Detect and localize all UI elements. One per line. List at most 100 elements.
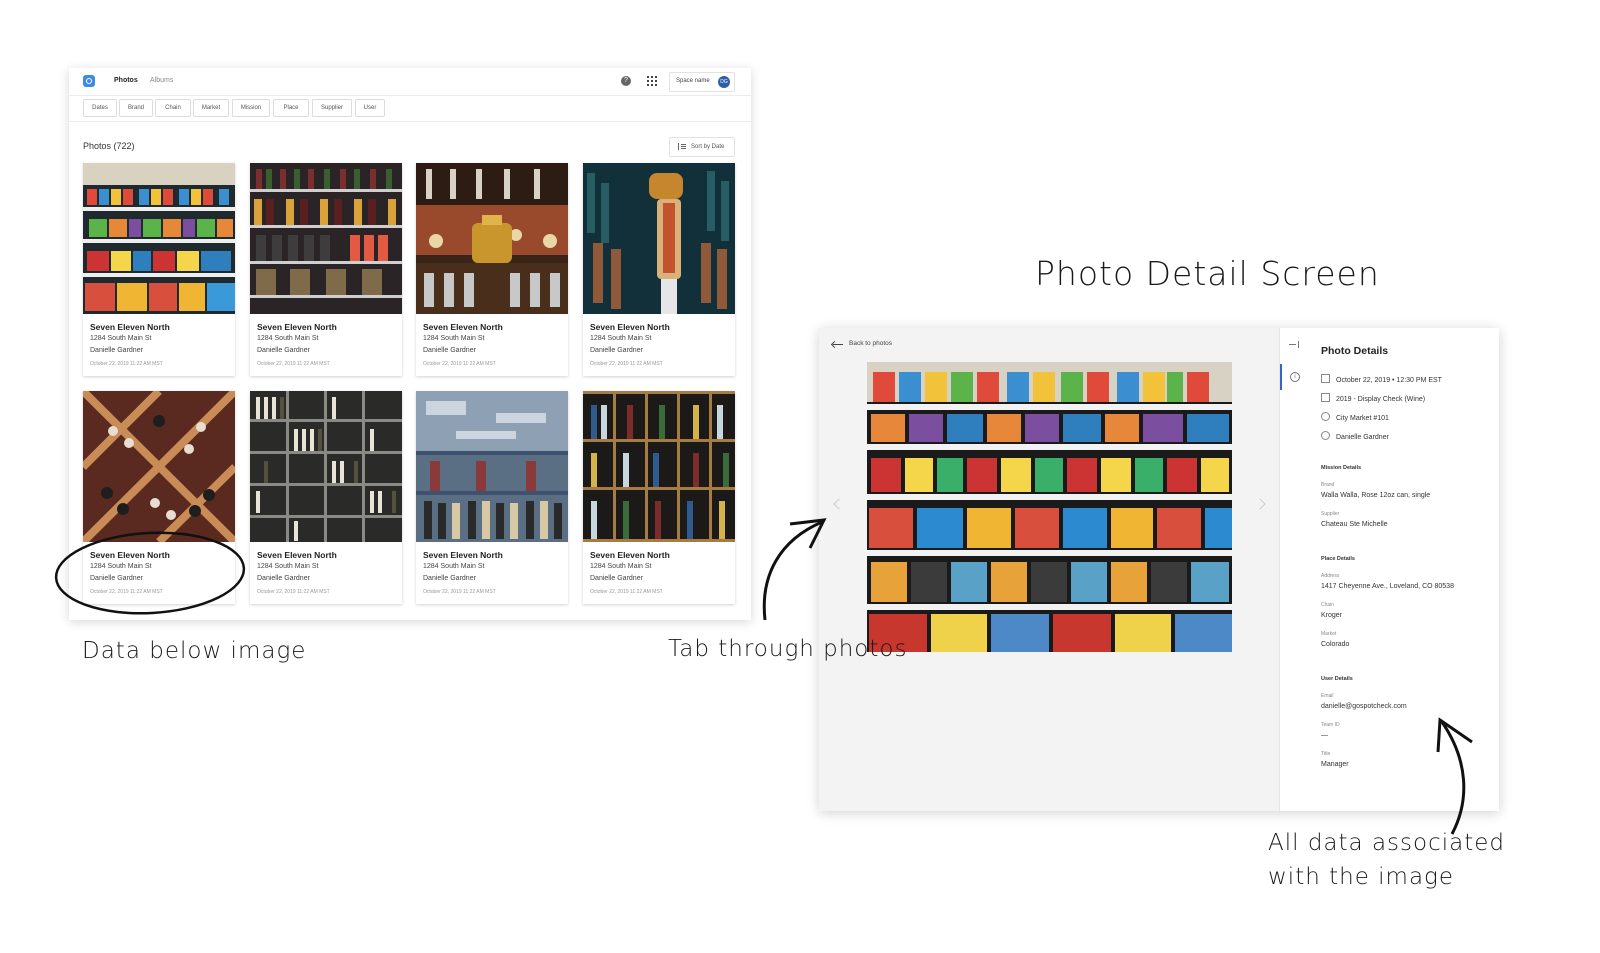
card-address: 1284 South Main St: [590, 563, 652, 570]
back-label: Back to photos: [849, 340, 892, 347]
filter-mission[interactable]: Mission: [232, 99, 270, 117]
card-address: 1284 South Main St: [423, 335, 485, 342]
top-navigation-bar: Photos Albums ? Space name DG: [69, 68, 751, 96]
team-id-label: Team ID: [1321, 722, 1340, 728]
camera-logo-icon[interactable]: [83, 75, 95, 87]
next-photo-chevron-icon[interactable]: [1254, 498, 1266, 510]
info-icon: i: [1290, 372, 1300, 382]
card-title: Seven Eleven North: [90, 322, 170, 332]
photo-thumbnail[interactable]: [583, 391, 735, 542]
collapse-panel-icon[interactable]: [1289, 341, 1299, 348]
photo-card[interactable]: Seven Eleven North 1284 South Main St Da…: [83, 391, 235, 604]
card-title: Seven Eleven North: [590, 322, 670, 332]
filter-bar: Dates Brand Chain Market Mission Place S…: [69, 96, 751, 122]
datetime-row: October 22, 2019 • 12:30 PM EST: [1321, 374, 1442, 384]
title-label: Title: [1321, 751, 1331, 757]
photo-thumbnail[interactable]: [250, 391, 402, 542]
photo-thumbnail[interactable]: [583, 163, 735, 314]
panel-title: Photo Details: [1321, 345, 1389, 357]
photo-card[interactable]: Seven Eleven North 1284 South Main St Da…: [416, 391, 568, 604]
card-address: 1284 South Main St: [423, 563, 485, 570]
filter-supplier[interactable]: Supplier: [312, 99, 352, 117]
card-user: Danielle Gardner: [423, 575, 476, 582]
data-below-image-annotation: Data below image: [82, 638, 307, 664]
photo-card[interactable]: Seven Eleven North 1284 South Main St Da…: [416, 163, 568, 376]
card-title: Seven Eleven North: [257, 322, 337, 332]
card-user: Danielle Gardner: [90, 575, 143, 582]
tab-photos[interactable]: Photos: [114, 77, 138, 84]
tab-through-photos-annotation: Tab through photos: [668, 636, 908, 662]
user-row: Danielle Gardner: [1321, 431, 1389, 441]
space-selector[interactable]: Space name DG: [669, 72, 735, 92]
card-address: 1284 South Main St: [590, 335, 652, 342]
card-date: October 22, 2019 11:22 AM MST: [423, 361, 496, 367]
datetime-value: October 22, 2019 • 12:30 PM EST: [1336, 377, 1442, 384]
team-id-value: —: [1321, 732, 1328, 739]
calendar-icon: [1321, 374, 1330, 383]
person-icon: [1321, 431, 1330, 440]
market-value: Colorado: [1321, 641, 1350, 648]
card-date: October 22, 2019 11:22 AM MST: [590, 361, 663, 367]
card-address: 1284 South Main St: [90, 335, 152, 342]
info-tab[interactable]: i: [1280, 364, 1309, 390]
market-label: Market: [1321, 631, 1337, 637]
place-value: City Market #101: [1336, 415, 1389, 422]
tab-arrow-icon: [762, 520, 823, 621]
chain-label: Chain: [1321, 602, 1335, 608]
chain-value: Kroger: [1321, 612, 1343, 619]
address-label: Address: [1321, 573, 1340, 579]
photo-card[interactable]: Seven Eleven North 1284 South Main St Da…: [83, 163, 235, 376]
filter-market[interactable]: Market: [193, 99, 229, 117]
filter-dates[interactable]: Dates: [83, 99, 117, 117]
card-user: Danielle Gardner: [590, 575, 643, 582]
photo-thumbnail[interactable]: [250, 163, 402, 314]
photos-grid-window: Photos Albums ? Space name DG Dates Bran…: [69, 68, 751, 620]
apps-grid-icon[interactable]: [647, 76, 657, 86]
sort-button[interactable]: Sort by Date: [669, 137, 735, 157]
filter-brand[interactable]: Brand: [119, 99, 153, 117]
photo-thumbnail[interactable]: [416, 391, 568, 542]
previous-photo-chevron-icon[interactable]: [833, 498, 845, 510]
photo-card[interactable]: Seven Eleven North 1284 South Main St Da…: [250, 163, 402, 376]
card-date: October 22, 2019 11:22 AM MST: [90, 589, 163, 595]
photo-thumbnail[interactable]: [83, 391, 235, 542]
side-rail: i: [1279, 328, 1308, 811]
place-row: City Market #101: [1321, 412, 1389, 422]
all-data-annotation-line2: with the image: [1268, 864, 1455, 890]
card-title: Seven Eleven North: [90, 550, 170, 560]
supplier-value: Chateau Ste Michelle: [1321, 521, 1388, 528]
filter-place[interactable]: Place: [273, 99, 309, 117]
photos-count-heading: Photos (722): [83, 141, 135, 151]
card-user: Danielle Gardner: [90, 347, 143, 354]
filter-user[interactable]: User: [355, 99, 385, 117]
card-address: 1284 South Main St: [257, 563, 319, 570]
user-details-heading: User Details: [1321, 676, 1353, 682]
photo-card[interactable]: Seven Eleven North 1284 South Main St Da…: [250, 391, 402, 604]
card-title: Seven Eleven North: [257, 550, 337, 560]
photo-card[interactable]: Seven Eleven North 1284 South Main St Da…: [583, 391, 735, 604]
title-value: Manager: [1321, 761, 1349, 768]
place-details-heading: Place Details: [1321, 556, 1355, 562]
photo-thumbnail[interactable]: [416, 163, 568, 314]
main-photo: [867, 362, 1232, 652]
card-title: Seven Eleven North: [423, 550, 503, 560]
space-name: Space name: [676, 78, 710, 84]
supplier-label: Supplier: [1321, 511, 1340, 517]
filter-chain[interactable]: Chain: [155, 99, 191, 117]
card-title: Seven Eleven North: [423, 322, 503, 332]
card-user: Danielle Gardner: [257, 347, 310, 354]
mission-row: 2019 - Display Check (Wine): [1321, 393, 1425, 403]
card-user: Danielle Gardner: [590, 347, 643, 354]
brand-label: Brand: [1321, 482, 1335, 488]
photo-thumbnail[interactable]: [83, 163, 235, 314]
photo-card[interactable]: Seven Eleven North 1284 South Main St Da…: [583, 163, 735, 376]
card-date: October 22, 2019 11:22 AM MST: [257, 589, 330, 595]
card-address: 1284 South Main St: [90, 563, 152, 570]
mission-value: 2019 - Display Check (Wine): [1336, 396, 1426, 403]
arrow-left-icon: [833, 344, 843, 345]
help-icon[interactable]: ?: [621, 76, 631, 86]
tab-albums[interactable]: Albums: [150, 77, 173, 84]
photo-detail-screen-annotation: Photo Detail Screen: [1035, 254, 1380, 293]
all-data-annotation-line1: All data associated: [1268, 830, 1505, 856]
address-value: 1417 Cheyenne Ave., Loveland, CO 80538: [1321, 583, 1454, 590]
